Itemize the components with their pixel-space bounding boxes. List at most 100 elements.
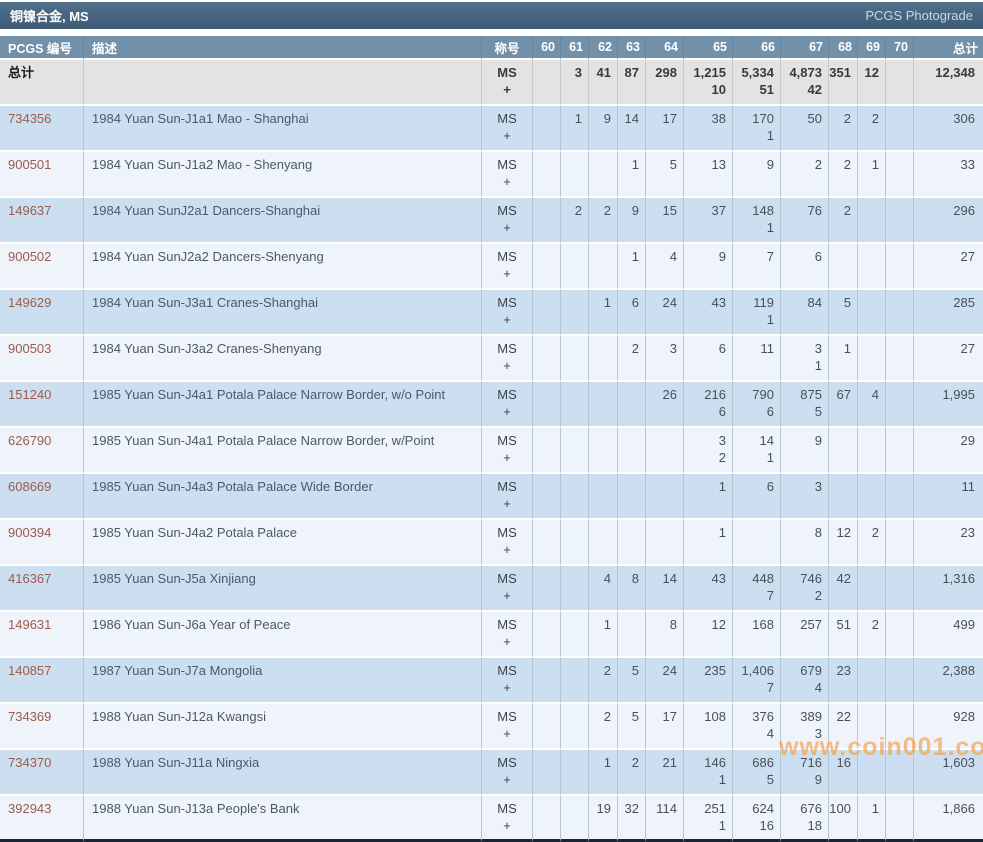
grade-cell-68: 23	[828, 658, 857, 704]
description-cell: 1984 Yuan Sun-J3a1 Cranes-Shanghai	[83, 290, 481, 336]
pcgs-number-link[interactable]: 149631	[8, 617, 51, 632]
grade-cell-70	[885, 658, 913, 704]
grade-cell-70	[885, 382, 913, 428]
grade-cell-67: 84	[780, 290, 828, 336]
pcgs-number-link[interactable]: 392943	[8, 801, 51, 816]
grade-cell-68: 100	[828, 796, 857, 842]
table-row: 7343701988 Yuan Sun-J11a NingxiaMS+ 1 2 …	[0, 750, 983, 796]
total-cell: 12,348	[913, 60, 983, 106]
grade-cell-69	[857, 290, 885, 336]
grade-cell-70	[885, 428, 913, 474]
pcgs-number-cell: 900501	[0, 152, 83, 198]
grade-cell-63: 1	[617, 152, 645, 198]
designation-cell: MS+	[481, 520, 532, 566]
grade-cell-69: 12	[857, 60, 885, 106]
table-row: 3929431988 Yuan Sun-J13a People's BankMS…	[0, 796, 983, 842]
grade-cell-67: 50	[780, 106, 828, 152]
grade-cell-64: 24	[645, 658, 683, 704]
grade-cell-63: 6	[617, 290, 645, 336]
description-cell: 1984 Yuan Sun-J3a2 Cranes-Shenyang	[83, 336, 481, 382]
grade-cell-68	[828, 428, 857, 474]
grade-cell-66: 5,33451	[732, 60, 780, 106]
pcgs-number-cell: 900503	[0, 336, 83, 382]
pcgs-number-link[interactable]: 151240	[8, 387, 51, 402]
grade-cell-65: 43	[683, 290, 732, 336]
pcgs-number-cell: 140857	[0, 658, 83, 704]
designation-cell: MS+	[481, 336, 532, 382]
photograde-link[interactable]: PCGS Photograde	[865, 8, 973, 23]
grade-cell-63: 2	[617, 336, 645, 382]
table-row: 608669 1985 Yuan Sun-J4a3 Potala Palace W…	[0, 474, 983, 520]
description-cell: 1985 Yuan Sun-J4a1 Potala Palace Narrow …	[83, 428, 481, 474]
grade-cell-66: 6	[732, 474, 780, 520]
pcgs-number-link[interactable]: 149629	[8, 295, 51, 310]
pcgs-number-cell: 626790	[0, 428, 83, 474]
grade-cell-68: 2	[828, 152, 857, 198]
table-row: 9003941985 Yuan Sun-J4a2 Potala PalaceMS…	[0, 520, 983, 566]
grade-cell-70	[885, 750, 913, 796]
designation-cell: MS+	[481, 704, 532, 750]
grade-cell-70	[885, 198, 913, 244]
description-cell: 1986 Yuan Sun-J6a Year of Peace	[83, 612, 481, 658]
grade-cell-61	[560, 244, 588, 290]
grade-cell-66: 62416	[732, 796, 780, 842]
grade-cell-66: 1481	[732, 198, 780, 244]
grade-cell-70	[885, 796, 913, 842]
grade-cell-69	[857, 428, 885, 474]
grade-cell-70	[885, 520, 913, 566]
pcgs-number-link[interactable]: 900502	[8, 249, 51, 264]
grade-cell-67: 3	[780, 474, 828, 520]
pcgs-number-link[interactable]: 626790	[8, 433, 51, 448]
totals-row: 总计MS+ 3 41 87 298 1,215105,334514,873423…	[0, 60, 983, 106]
total-cell: 1,603	[913, 750, 983, 796]
grade-cell-69	[857, 704, 885, 750]
grade-cell-60	[532, 474, 560, 520]
table-header: PCGS 编号描述称号6061626364656667686970总计	[0, 36, 983, 60]
grade-cell-69: 1	[857, 796, 885, 842]
total-cell: 1,316	[913, 566, 983, 612]
grade-cell-65: 6	[683, 336, 732, 382]
table-row: 626790 1985 Yuan Sun-J4a1 Potala Palace N…	[0, 428, 983, 474]
column-header-68: 68	[828, 36, 857, 60]
description-cell: 1985 Yuan Sun-J4a3 Potala Palace Wide Bo…	[83, 474, 481, 520]
pcgs-number-link[interactable]: 900501	[8, 157, 51, 172]
grade-cell-66: 7906	[732, 382, 780, 428]
grade-cell-65: 43	[683, 566, 732, 612]
pcgs-number-link[interactable]: 734370	[8, 755, 51, 770]
grade-cell-64: 3	[645, 336, 683, 382]
grade-cell-63: 8	[617, 566, 645, 612]
grade-cell-66: 9	[732, 152, 780, 198]
grade-cell-68: 51	[828, 612, 857, 658]
pcgs-number-link[interactable]: 900394	[8, 525, 51, 540]
grade-cell-61	[560, 704, 588, 750]
description-cell	[83, 60, 481, 106]
grade-cell-65: 2511	[683, 796, 732, 842]
grade-cell-69	[857, 198, 885, 244]
pcgs-number-link[interactable]: 900503	[8, 341, 51, 356]
grade-cell-61: 1	[560, 106, 588, 152]
grade-cell-67: 31	[780, 336, 828, 382]
pcgs-number-link[interactable]: 608669	[8, 479, 51, 494]
pcgs-number-link[interactable]: 734356	[8, 111, 51, 126]
grade-cell-62: 19	[588, 796, 617, 842]
grade-cell-62: 2	[588, 198, 617, 244]
pcgs-number-link[interactable]: 734369	[8, 709, 51, 724]
grade-cell-61	[560, 428, 588, 474]
pcgs-number-cell: 734370	[0, 750, 83, 796]
pcgs-number-link[interactable]: 416367	[8, 571, 51, 586]
total-cell: 29	[913, 428, 983, 474]
pcgs-number-link[interactable]: 140857	[8, 663, 51, 678]
grade-cell-62	[588, 428, 617, 474]
designation-cell: MS+	[481, 428, 532, 474]
grade-cell-64: 21	[645, 750, 683, 796]
description-cell: 1984 Yuan Sun-J1a1 Mao - Shanghai	[83, 106, 481, 152]
grade-cell-69	[857, 566, 885, 612]
grade-cell-60	[532, 198, 560, 244]
grade-cell-64	[645, 520, 683, 566]
pcgs-number-link[interactable]: 149637	[8, 203, 51, 218]
designation-cell: MS+	[481, 566, 532, 612]
grade-cell-61	[560, 474, 588, 520]
grade-cell-68: 67	[828, 382, 857, 428]
grade-cell-62	[588, 152, 617, 198]
grade-cell-68: 2	[828, 106, 857, 152]
